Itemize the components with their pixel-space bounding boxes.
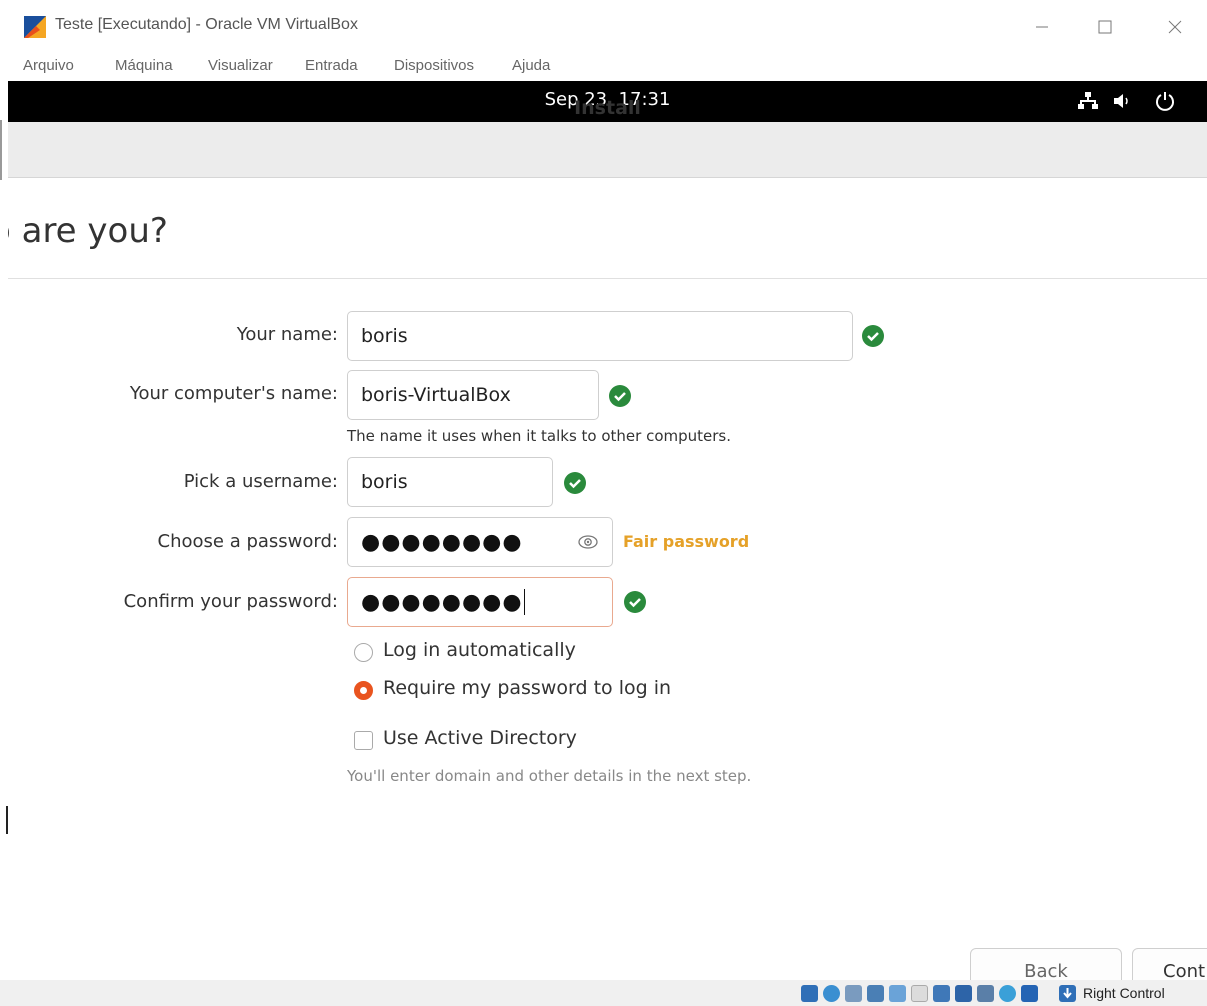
- back-button-label: Back: [1024, 961, 1068, 980]
- password-value: ●●●●●●●●: [361, 529, 523, 555]
- network-adapter-icon[interactable]: [867, 985, 884, 1002]
- window-title: Teste [Executando] - Oracle VM VirtualBo…: [55, 16, 358, 33]
- recording-icon[interactable]: [955, 985, 972, 1002]
- menu-arquivo[interactable]: Arquivo: [23, 57, 74, 74]
- usb-icon[interactable]: [889, 985, 906, 1002]
- page-heading: o are you?: [8, 211, 168, 251]
- eye-icon[interactable]: [577, 533, 599, 551]
- computer-name-value: boris-VirtualBox: [361, 384, 511, 406]
- active-directory-hint: You'll enter domain and other details in…: [347, 767, 752, 785]
- maximize-icon: [1098, 20, 1112, 34]
- menu-dispositivos[interactable]: Dispositivos: [394, 57, 474, 74]
- active-directory-label[interactable]: Use Active Directory: [383, 727, 577, 749]
- window-edge: [0, 120, 2, 180]
- heading-separator: [8, 278, 1207, 279]
- require-password-radio[interactable]: [354, 681, 373, 700]
- display-icon[interactable]: [933, 985, 950, 1002]
- guest-screen[interactable]: Sep 23 17:31 Install o are you? Your nam…: [8, 81, 1207, 980]
- username-input[interactable]: boris: [347, 457, 553, 507]
- minimize-button[interactable]: [1022, 12, 1062, 42]
- keyboard-capture-icon[interactable]: [1021, 985, 1038, 1002]
- check-icon: [624, 591, 646, 613]
- computer-name-label: Your computer's name:: [129, 383, 338, 404]
- virtualbox-logo-icon: [24, 16, 46, 38]
- continue-button-label: Cont: [1163, 961, 1206, 980]
- minimize-icon: [1036, 26, 1048, 28]
- your-name-value: boris: [361, 325, 408, 347]
- check-icon: [609, 385, 631, 407]
- hard-disk-icon[interactable]: [801, 985, 818, 1002]
- confirm-password-label: Confirm your password:: [123, 591, 338, 612]
- close-button[interactable]: [1155, 12, 1195, 42]
- password-label: Choose a password:: [157, 531, 338, 552]
- check-icon: [862, 325, 884, 347]
- menu-visualizar[interactable]: Visualizar: [208, 57, 273, 74]
- computer-name-input[interactable]: boris-VirtualBox: [347, 370, 599, 420]
- computer-name-hint: The name it uses when it talks to other …: [347, 427, 732, 445]
- maximize-button[interactable]: [1085, 12, 1125, 42]
- your-name-label: Your name:: [236, 324, 338, 345]
- active-directory-checkbox[interactable]: [354, 731, 373, 750]
- check-icon: [564, 472, 586, 494]
- shared-folders-icon[interactable]: [911, 985, 928, 1002]
- username-value: boris: [361, 471, 408, 493]
- log-in-automatically-label[interactable]: Log in automatically: [383, 639, 576, 661]
- installer-title: Install: [574, 97, 641, 119]
- username-label: Pick a username:: [183, 471, 338, 492]
- menu-ajuda[interactable]: Ajuda: [512, 57, 550, 74]
- require-password-label[interactable]: Require my password to log in: [383, 677, 671, 699]
- password-strength: Fair password: [623, 532, 750, 551]
- menu-maquina[interactable]: Máquina: [115, 57, 173, 74]
- password-input[interactable]: ●●●●●●●●: [347, 517, 613, 567]
- optical-drive-icon[interactable]: [823, 985, 840, 1002]
- your-name-input[interactable]: boris: [347, 311, 853, 361]
- log-in-automatically-radio[interactable]: [354, 643, 373, 662]
- host-key-icon: [1059, 985, 1076, 1002]
- close-icon: [1168, 20, 1182, 34]
- continue-button[interactable]: Cont: [1132, 948, 1207, 980]
- confirm-password-input[interactable]: ●●●●●●●●: [347, 577, 613, 627]
- mouse-integration-icon[interactable]: [999, 985, 1016, 1002]
- host-key-label: Right Control: [1083, 985, 1165, 1001]
- cpu-icon[interactable]: [977, 985, 994, 1002]
- text-cursor: [523, 589, 525, 615]
- menu-entrada[interactable]: Entrada: [305, 57, 358, 74]
- back-button[interactable]: Back: [970, 948, 1122, 980]
- audio-icon[interactable]: [845, 985, 862, 1002]
- confirm-password-value: ●●●●●●●●: [361, 589, 523, 615]
- menu-bar: [0, 55, 1207, 81]
- installer-header: [8, 122, 1207, 178]
